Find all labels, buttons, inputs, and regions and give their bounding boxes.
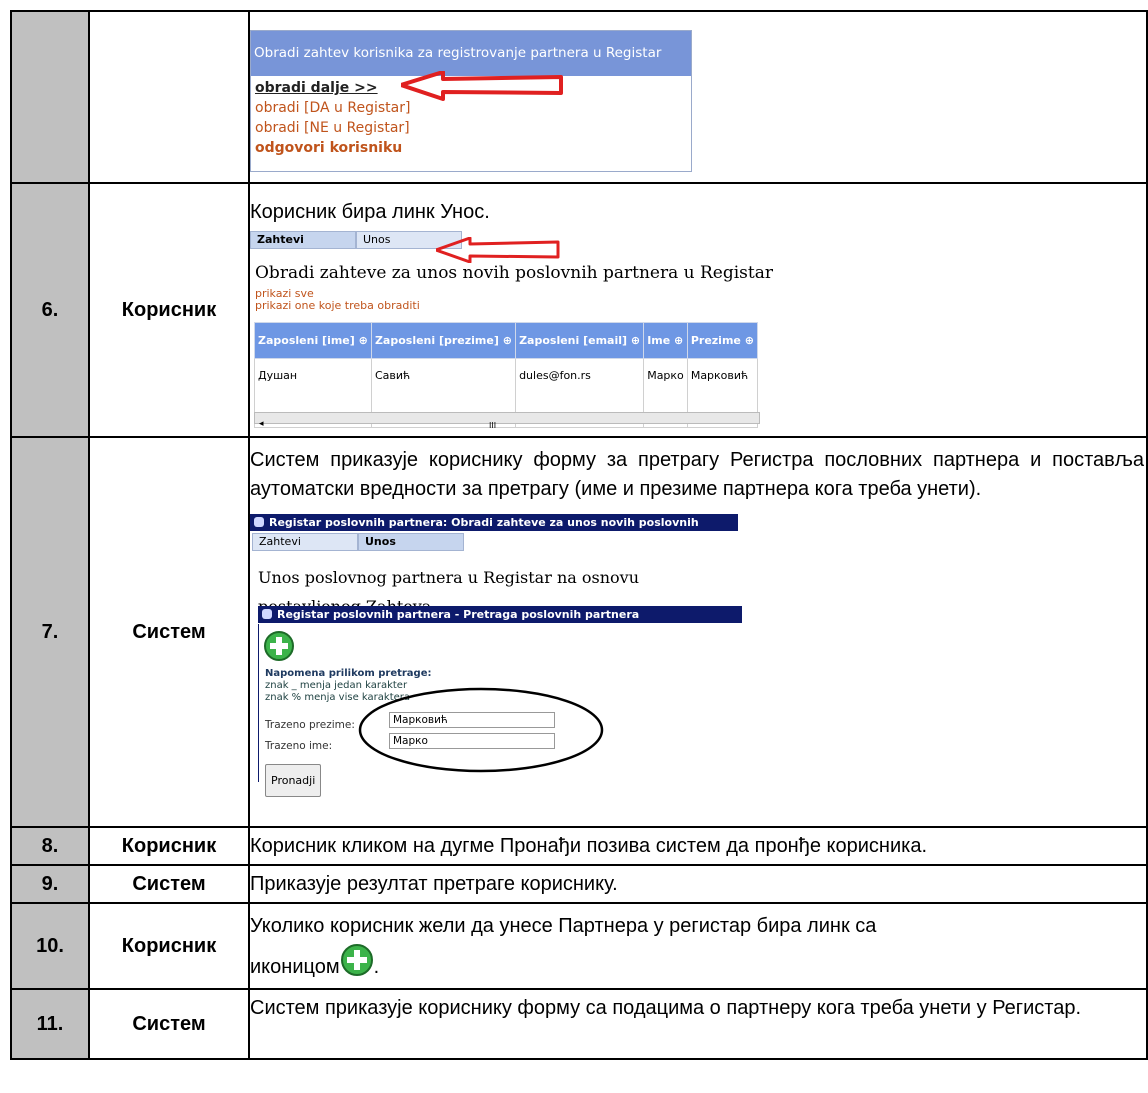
search-note-title: Napomena prilikom pretrage: <box>265 668 432 679</box>
step-description: Систем приказује кориснику форму за прет… <box>248 436 1148 828</box>
step-description: Корисник бира линк Унос. Zahtevi Unos Ob… <box>248 182 1148 438</box>
column-header[interactable]: Zaposleni [email] ⊕ <box>515 322 645 359</box>
process-yes-link[interactable]: obradi [DA u Registar] <box>251 98 691 118</box>
search-form-screenshot: Registar poslovnih partnera: Obradi zaht… <box>250 514 742 797</box>
requests-list-screenshot: Zahtevi Unos Obradi zahteve za unos novi… <box>250 231 778 430</box>
column-header[interactable]: Zaposleni [ime] ⊕ <box>254 322 372 359</box>
step-actor: Систем <box>88 988 250 1060</box>
step-actor: Систем <box>88 436 250 828</box>
step-text-tail: иконицом <box>250 956 340 978</box>
reply-user-link[interactable]: odgovori korisniku <box>251 138 691 158</box>
name-label: Trazeno ime: <box>265 740 333 752</box>
search-panel: Napomena prilikom pretrage: znak _ menja… <box>258 624 738 797</box>
step-text: Систем приказује кориснику форму за прет… <box>250 449 1144 500</box>
step-number <box>10 10 90 184</box>
step-text: Корисник бира линк Унос. <box>250 201 490 223</box>
step-description: Obradi zahtev korisnika za registrovanje… <box>248 10 1148 184</box>
step-actor: Корисник <box>88 902 250 990</box>
plus-circle-icon <box>340 944 373 976</box>
tab-bar: Zahtevi Unos <box>252 533 738 551</box>
scroll-thumb-grip[interactable]: III <box>489 411 496 440</box>
list-title: Obradi zahteve za unos novih poslovnih p… <box>255 263 773 283</box>
red-arrow-icon <box>401 71 563 101</box>
step-number: 11. <box>10 988 90 1060</box>
step-description: Корисник кликом на дугме Пронађи позива … <box>248 826 1148 866</box>
step-actor: Корисник <box>88 826 250 866</box>
column-header[interactable]: Ime ⊕ <box>643 322 688 359</box>
table-row: 11. Систем Систем приказује кориснику фо… <box>10 988 1148 1060</box>
window-titlebar: Registar poslovnih partnera: Obradi zaht… <box>250 514 738 546</box>
collapse-icon[interactable] <box>262 609 272 619</box>
use-case-table: Obradi zahtev korisnika za registrovanje… <box>10 10 1148 1060</box>
step-text-end: . <box>373 956 380 978</box>
table-row: 7. Систем Систем приказује кориснику фор… <box>10 436 1148 828</box>
show-pending-link[interactable]: prikazi one koje treba obraditi <box>255 300 778 312</box>
plus-circle-icon[interactable] <box>263 630 295 662</box>
step-text: Систем приказује кориснику форму са пода… <box>250 997 1082 1019</box>
scroll-left-icon[interactable]: ◂ <box>259 410 264 439</box>
process-no-link[interactable]: obradi [NE u Registar] <box>251 118 691 138</box>
step-number: 8. <box>10 826 90 866</box>
step-text: Уколико корисник жели да унесе Партнера … <box>250 915 877 937</box>
inner-titlebar: Registar poslovnih partnera - Pretraga p… <box>258 606 742 623</box>
ellipse-highlight <box>358 687 604 773</box>
panel-header: Obradi zahtev korisnika za registrovanje… <box>251 31 691 76</box>
collapse-icon[interactable] <box>254 517 264 527</box>
step-description: Уколико корисник жели да унесе Партнера … <box>248 902 1148 990</box>
tab-unos[interactable]: Unos <box>358 533 464 551</box>
step-actor <box>88 10 250 184</box>
step-actor: Систем <box>88 864 250 904</box>
step-number: 9. <box>10 864 90 904</box>
table-row: Obradi zahtev korisnika za registrovanje… <box>10 10 1148 184</box>
request-panel-screenshot: Obradi zahtev korisnika za registrovanje… <box>250 30 692 172</box>
table-row: 8. Корисник Корисник кликом на дугме Про… <box>10 826 1148 866</box>
column-header[interactable]: Prezime ⊕ <box>686 322 759 359</box>
table-row: 9. Систем Приказује резултат претраге ко… <box>10 864 1148 904</box>
table-row: 6. Корисник Корисник бира линк Унос. Zah… <box>10 182 1148 438</box>
step-number: 7. <box>10 436 90 828</box>
find-button[interactable]: Pronadji <box>265 764 322 797</box>
step-description: Систем приказује кориснику форму са пода… <box>248 988 1148 1060</box>
column-header[interactable]: Zaposleni [prezime] ⊕ <box>370 322 517 359</box>
step-number: 6. <box>10 182 90 438</box>
step-actor: Корисник <box>88 182 250 438</box>
table-row: 10. Корисник Уколико корисник жели да ун… <box>10 902 1148 990</box>
horizontal-scrollbar[interactable]: ◂ III <box>254 412 760 430</box>
red-arrow-icon <box>436 237 560 263</box>
step-number: 10. <box>10 902 90 990</box>
step-description: Приказује резултат претраге кориснику. <box>248 864 1148 904</box>
tab-zahtevi[interactable]: Zahtevi <box>252 533 358 551</box>
tab-zahtevi[interactable]: Zahtevi <box>250 231 356 249</box>
